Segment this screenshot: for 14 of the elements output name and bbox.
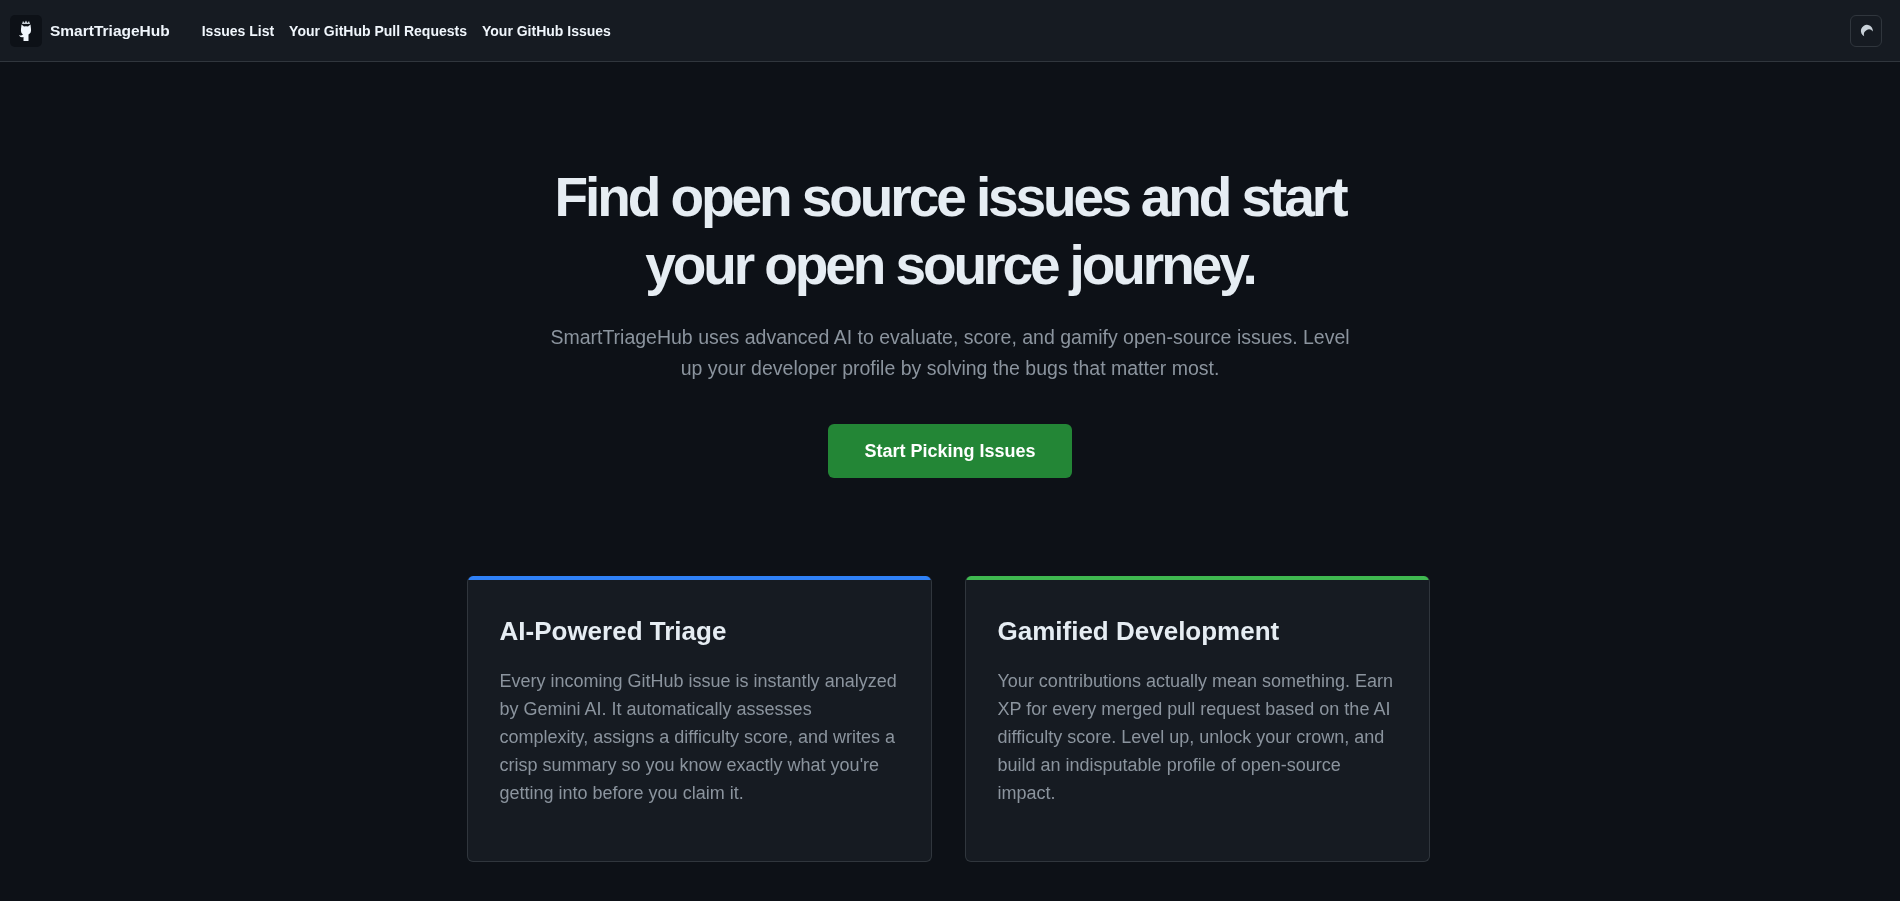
brand-name[interactable]: SmartTriageHub [50,21,170,40]
theme-toggle-button[interactable] [1850,14,1882,47]
feature-title: AI-Powered Triage [499,615,728,647]
hero-heading: Find open source issues and start your open source journey. [553,165,1347,298]
nav-link[interactable]: Your GitHub Issues [482,22,611,39]
moon-icon [1858,22,1874,39]
feature-title: Gamified Development [997,615,1281,647]
nav-link[interactable]: Your GitHub Pull Requests [289,22,467,39]
logo-icon[interactable] [10,14,42,47]
hero-description: SmartTriageHub uses advanced AI to evaluate, score, and gamify open-source issues. Level up your developer profile by solving the bugs that matter most. [550,325,1350,381]
nav-link[interactable]: Issues List [201,22,275,39]
start-button[interactable]: Start Picking Issues [828,424,1072,478]
feature-description: Your contributions actually mean something. Earn XP for every merged pull request based on the AI difficulty score. Level up, unlock your crown, and build an indisputable profile of open-source impact. [997,670,1395,805]
feature-description: Every incoming GitHub issue is instantly analyzed by Gemini AI. It automatically assesses complexity, assigns a difficulty score, and writes a crisp summary so you know exactly what you're getting into before you claim it. [499,670,898,805]
